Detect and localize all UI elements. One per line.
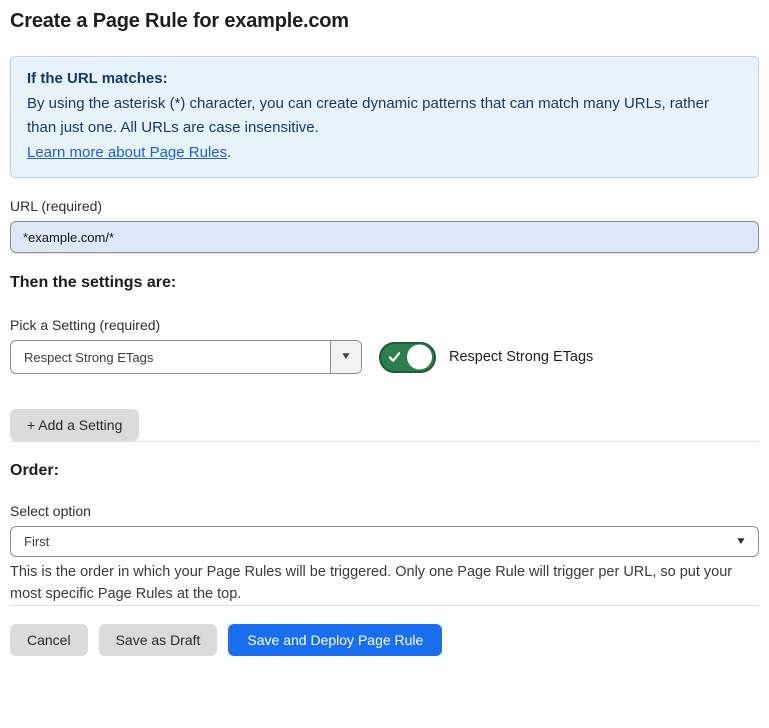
order-select-value: First (11, 534, 736, 549)
footer-actions: Cancel Save as Draft Save and Deploy Pag… (10, 624, 759, 656)
setting-toggle-label: Respect Strong ETags (449, 349, 593, 365)
setting-select-value: Respect Strong ETags (11, 350, 330, 365)
section-divider (10, 253, 759, 254)
section-divider (10, 441, 759, 442)
setting-select-arrow-button[interactable]: ▼ (330, 341, 361, 373)
url-input[interactable] (10, 221, 759, 253)
pick-setting-label: Pick a Setting (required) (10, 317, 759, 333)
order-select-label: Select option (10, 503, 759, 519)
add-setting-button[interactable]: + Add a Setting (10, 409, 139, 441)
learn-more-link[interactable]: Learn more about Page Rules (27, 144, 227, 161)
order-select[interactable]: First ▼ (10, 526, 759, 557)
page-title: Create a Page Rule for example.com (10, 10, 759, 33)
footer-divider (10, 605, 759, 606)
setting-row: Respect Strong ETags ▼ Respect Strong ET… (10, 340, 759, 374)
info-box-heading: If the URL matches: (27, 67, 742, 92)
url-field-label: URL (required) (10, 198, 759, 214)
save-deploy-button[interactable]: Save and Deploy Page Rule (228, 624, 442, 656)
toggle-knob (407, 345, 432, 370)
chevron-down-icon: ▼ (735, 537, 747, 547)
info-box-link-line: Learn more about Page Rules. (27, 141, 742, 166)
info-box-body: By using the asterisk (*) character, you… (27, 92, 742, 141)
chevron-down-icon: ▼ (340, 352, 352, 362)
cancel-button[interactable]: Cancel (10, 624, 88, 656)
link-suffix: . (227, 144, 231, 161)
order-help-text: This is the order in which your Page Rul… (10, 562, 759, 605)
url-match-info-box: If the URL matches: By using the asteris… (10, 56, 759, 178)
settings-heading: Then the settings are: (10, 274, 759, 292)
setting-toggle[interactable] (379, 342, 436, 373)
setting-select[interactable]: Respect Strong ETags ▼ (10, 340, 362, 374)
create-page-rule-panel: Create a Page Rule for example.com If th… (0, 10, 769, 656)
save-draft-button[interactable]: Save as Draft (99, 624, 218, 656)
order-heading: Order: (10, 462, 759, 480)
check-icon (388, 351, 401, 364)
